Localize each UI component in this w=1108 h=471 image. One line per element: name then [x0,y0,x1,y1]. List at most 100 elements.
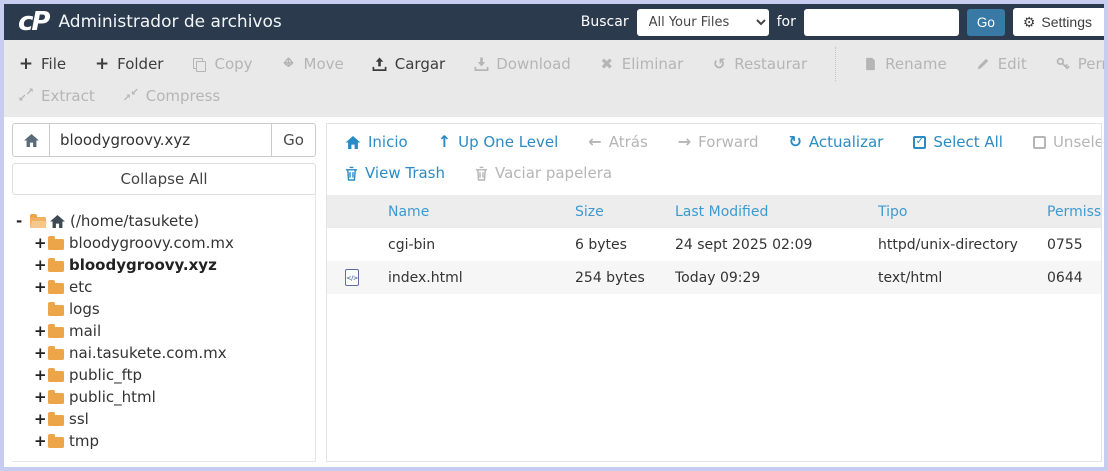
folder-icon [48,345,64,360]
search-label: Buscar [580,14,629,30]
rename-button[interactable]: Rename [862,55,947,73]
file-name[interactable]: cgi-bin [388,237,575,253]
left-arrow-icon: ← [588,132,602,151]
expand-icon[interactable]: + [34,432,48,450]
key-icon [1055,57,1071,71]
tree-item[interactable]: + ssl [16,408,316,430]
tree-item[interactable]: + public_html [16,386,316,408]
view-trash-button[interactable]: View Trash [345,164,445,182]
up-one-level-button[interactable]: ↑ Up One Level [438,133,559,151]
upload-button[interactable]: Cargar [372,55,445,73]
column-header-last-modified[interactable]: Last Modified [675,204,878,220]
tree-item-selected[interactable]: + bloodygroovy.xyz [16,254,316,276]
folder-icon [48,301,64,316]
file-button[interactable]: + File [18,55,66,73]
folder-icon [48,235,64,250]
folder-button[interactable]: + Folder [94,55,163,73]
restore-button[interactable]: ↺ Restaurar [711,55,807,73]
app-header: cP Administrador de archivos Buscar All … [4,4,1104,40]
search-go-button[interactable]: Go [966,8,1005,36]
expand-icon[interactable]: + [34,388,48,406]
trash-icon [345,166,358,181]
folder-icon [48,367,64,382]
table-header-row: Name Size Last Modified Tipo Permissions [327,195,1101,228]
copy-button[interactable]: Copy [191,55,253,73]
unselect-all-button[interactable]: ✓ Unselect All [1032,133,1101,151]
home-icon [50,214,65,228]
home-directory-button[interactable] [12,123,50,157]
column-header-type[interactable]: Tipo [878,204,1047,220]
checkbox-checked-icon: ✓ [913,135,927,149]
file-icon [862,57,878,71]
gear-icon: ⚙ [1022,14,1036,30]
download-button[interactable]: Download [473,55,571,73]
column-header-name[interactable]: Name [388,204,575,220]
tree-item[interactable]: logs [16,298,316,320]
collapse-expander[interactable]: - [16,212,30,230]
home-icon [23,133,39,147]
right-arrow-icon: → [677,132,692,151]
column-header-size[interactable]: Size [575,204,675,220]
file-permissions: 0644 [1047,269,1083,286]
tree-item[interactable]: + nai.tasukete.com.mx [16,342,316,364]
compress-button[interactable]: ↙ ↗ Compress [123,87,220,105]
forward-button[interactable]: → Forward [678,133,759,151]
search-scope-select[interactable]: All Your Files [636,8,769,36]
expand-icon[interactable]: + [34,344,48,362]
tree-item[interactable]: + tmp [16,430,316,452]
extract-button[interactable]: ↗ ↙ Extract [18,87,95,105]
move-button[interactable]: ↔ ↕ Move [281,55,344,73]
column-header-permissions[interactable]: Permissions [1047,204,1101,220]
undo-icon: ↺ [712,54,726,73]
home-icon [345,135,361,149]
toolbar-divider [835,47,837,81]
path-input[interactable] [50,123,272,157]
expand-icon[interactable]: + [34,322,48,340]
table-row[interactable]: index.html 254 bytes Today 09:29 text/ht… [327,261,1101,294]
expand-icon[interactable]: + [34,234,48,252]
table-row[interactable]: cgi-bin 6 bytes 24 sept 2025 02:09 httpd… [327,228,1101,261]
folder-icon [48,323,64,338]
tree-item[interactable]: + bloodygroovy.com.mx [16,232,316,254]
settings-button[interactable]: ⚙ Settings [1012,8,1104,36]
file-modified: Today 09:29 [675,269,761,286]
cpanel-logo-icon: cP [18,7,51,37]
folder-icon [48,433,64,448]
move-icon: ↔ ↕ [283,56,294,71]
search-input[interactable] [803,8,959,36]
folder-icon [48,257,64,272]
tree-item-home[interactable]: - (/home/tasukete) [16,210,316,232]
tree-item[interactable]: + public_ftp [16,364,316,386]
back-button[interactable]: ← Atrás [588,133,647,151]
search-for-label: for [776,14,796,30]
expand-icon[interactable]: + [34,278,48,296]
plus-icon: + [18,53,34,74]
home-nav-button[interactable]: Inicio [345,133,408,151]
empty-trash-button[interactable]: Vaciar papelera [475,164,612,182]
collapse-all-button[interactable]: Collapse All [12,163,316,195]
reload-button[interactable]: ↻ Actualizar [789,133,884,151]
upload-icon [372,56,388,72]
file-size: 254 bytes [575,269,645,286]
expand-icon[interactable]: + [34,256,48,274]
edit-button[interactable]: Edit [975,55,1027,73]
folder-icon [48,279,64,294]
permissions-button[interactable]: Permissions [1055,55,1104,73]
compress-icon: ↙ ↗ [122,87,139,104]
pencil-icon [975,57,991,71]
file-name[interactable]: index.html [388,270,575,286]
select-all-button[interactable]: ✓ Select All [913,133,1003,151]
path-go-button[interactable]: Go [272,123,316,157]
directory-sidebar: Go Collapse All - (/home/tasukete) + blo… [12,123,316,462]
copy-icon [191,57,207,72]
file-modified: 24 sept 2025 02:09 [675,236,813,253]
html-file-icon [345,269,359,286]
tree-item[interactable]: + mail [16,320,316,342]
expand-icon[interactable]: + [34,366,48,384]
extract-icon: ↗ ↙ [18,87,34,104]
delete-button[interactable]: ✖ Eliminar [599,55,683,73]
expand-icon[interactable]: + [34,410,48,428]
toolbar: + File + Folder Copy ↔ ↕ Move Cargar Dow… [4,40,1104,117]
trash-icon [475,166,488,181]
tree-item[interactable]: + etc [16,276,316,298]
